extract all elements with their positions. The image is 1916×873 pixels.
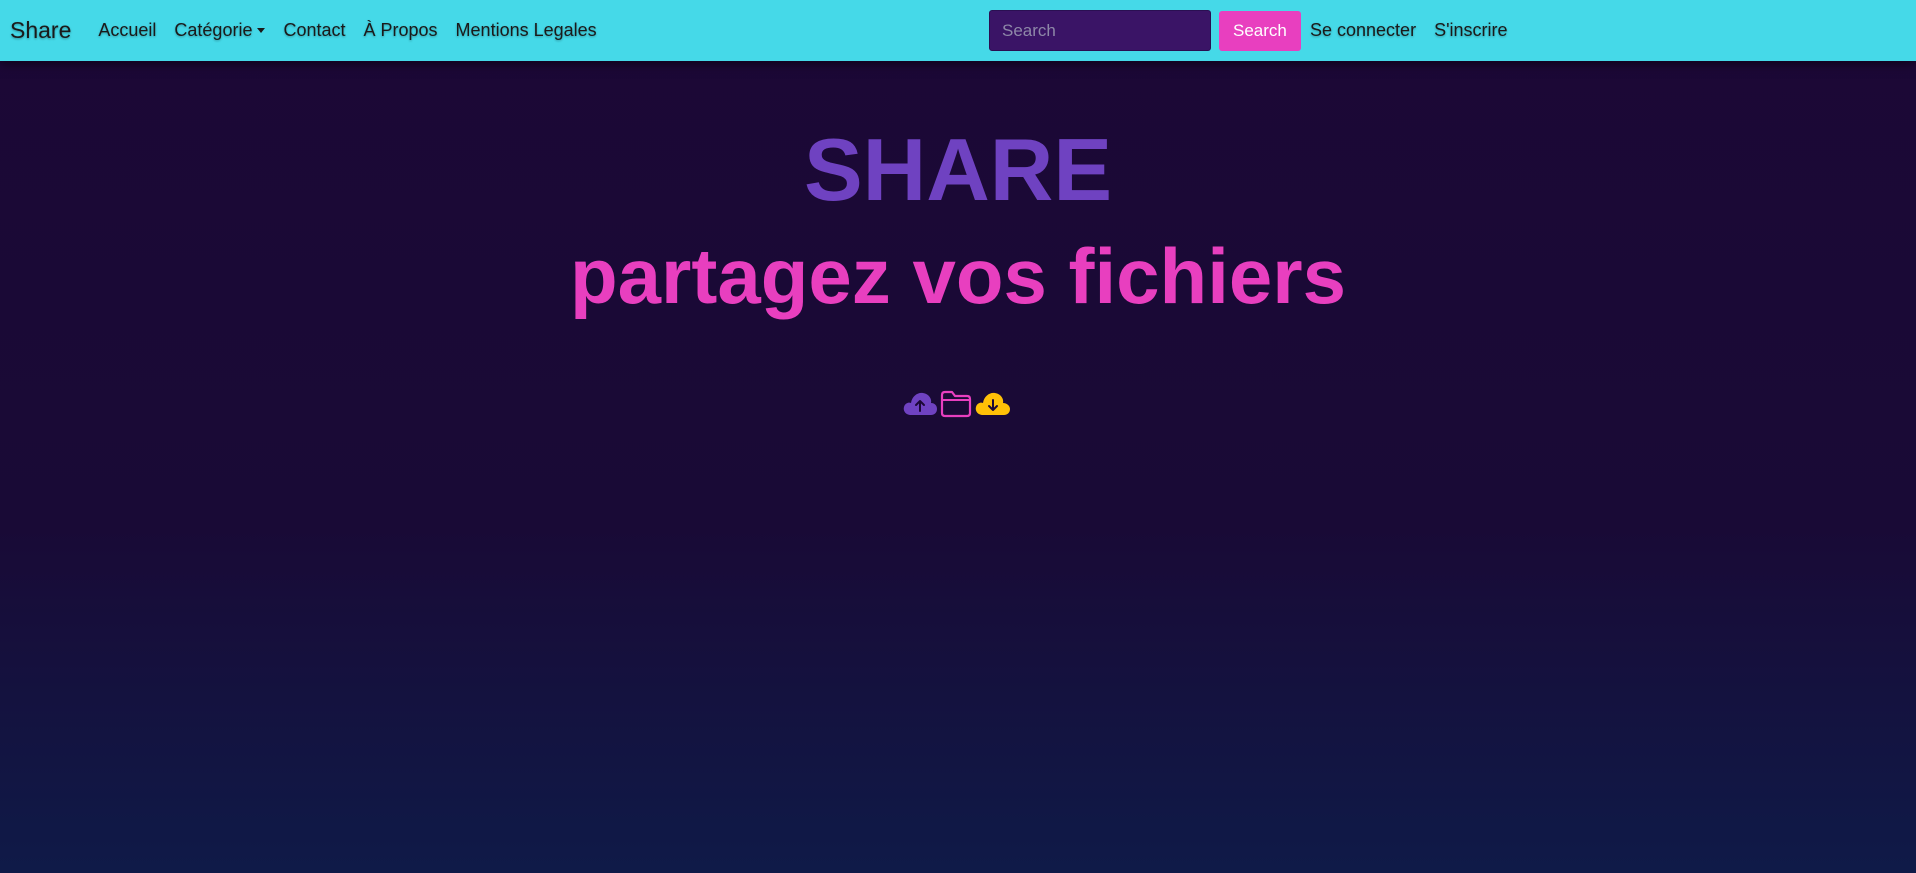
hero: SHARE partagez vos fichiers — [0, 120, 1916, 324]
nav-link-a-propos[interactable]: À Propos — [364, 20, 438, 41]
cloud-upload-icon — [902, 390, 938, 416]
nav-link-accueil[interactable]: Accueil — [98, 20, 156, 41]
search-button[interactable]: Search — [1219, 10, 1301, 51]
nav-link-contact[interactable]: Contact — [283, 20, 345, 41]
login-link[interactable]: Se connecter — [1310, 20, 1416, 41]
nav-dropdown-categorie-label: Catégorie — [174, 20, 253, 40]
folder-icon — [939, 388, 973, 418]
brand-link[interactable]: Share — [10, 17, 71, 44]
caret-down-icon — [257, 28, 266, 33]
register-link[interactable]: S'inscrire — [1434, 20, 1507, 41]
hero-title: SHARE — [803, 120, 1113, 219]
auth-links: Se connecter S'inscrire — [1310, 0, 1526, 61]
nav-link-mentions-legales[interactable]: Mentions Legales — [456, 20, 597, 41]
search-input[interactable] — [989, 10, 1211, 51]
search-form: Search — [989, 10, 1301, 51]
hero-icons — [902, 388, 1012, 418]
hero-subtitle: partagez vos fichiers — [570, 232, 1346, 320]
navbar: Share Accueil Catégorie Contact À Propos… — [0, 0, 1916, 61]
cloud-download-icon — [974, 390, 1012, 416]
nav-dropdown-categorie[interactable]: Catégorie — [174, 20, 266, 41]
